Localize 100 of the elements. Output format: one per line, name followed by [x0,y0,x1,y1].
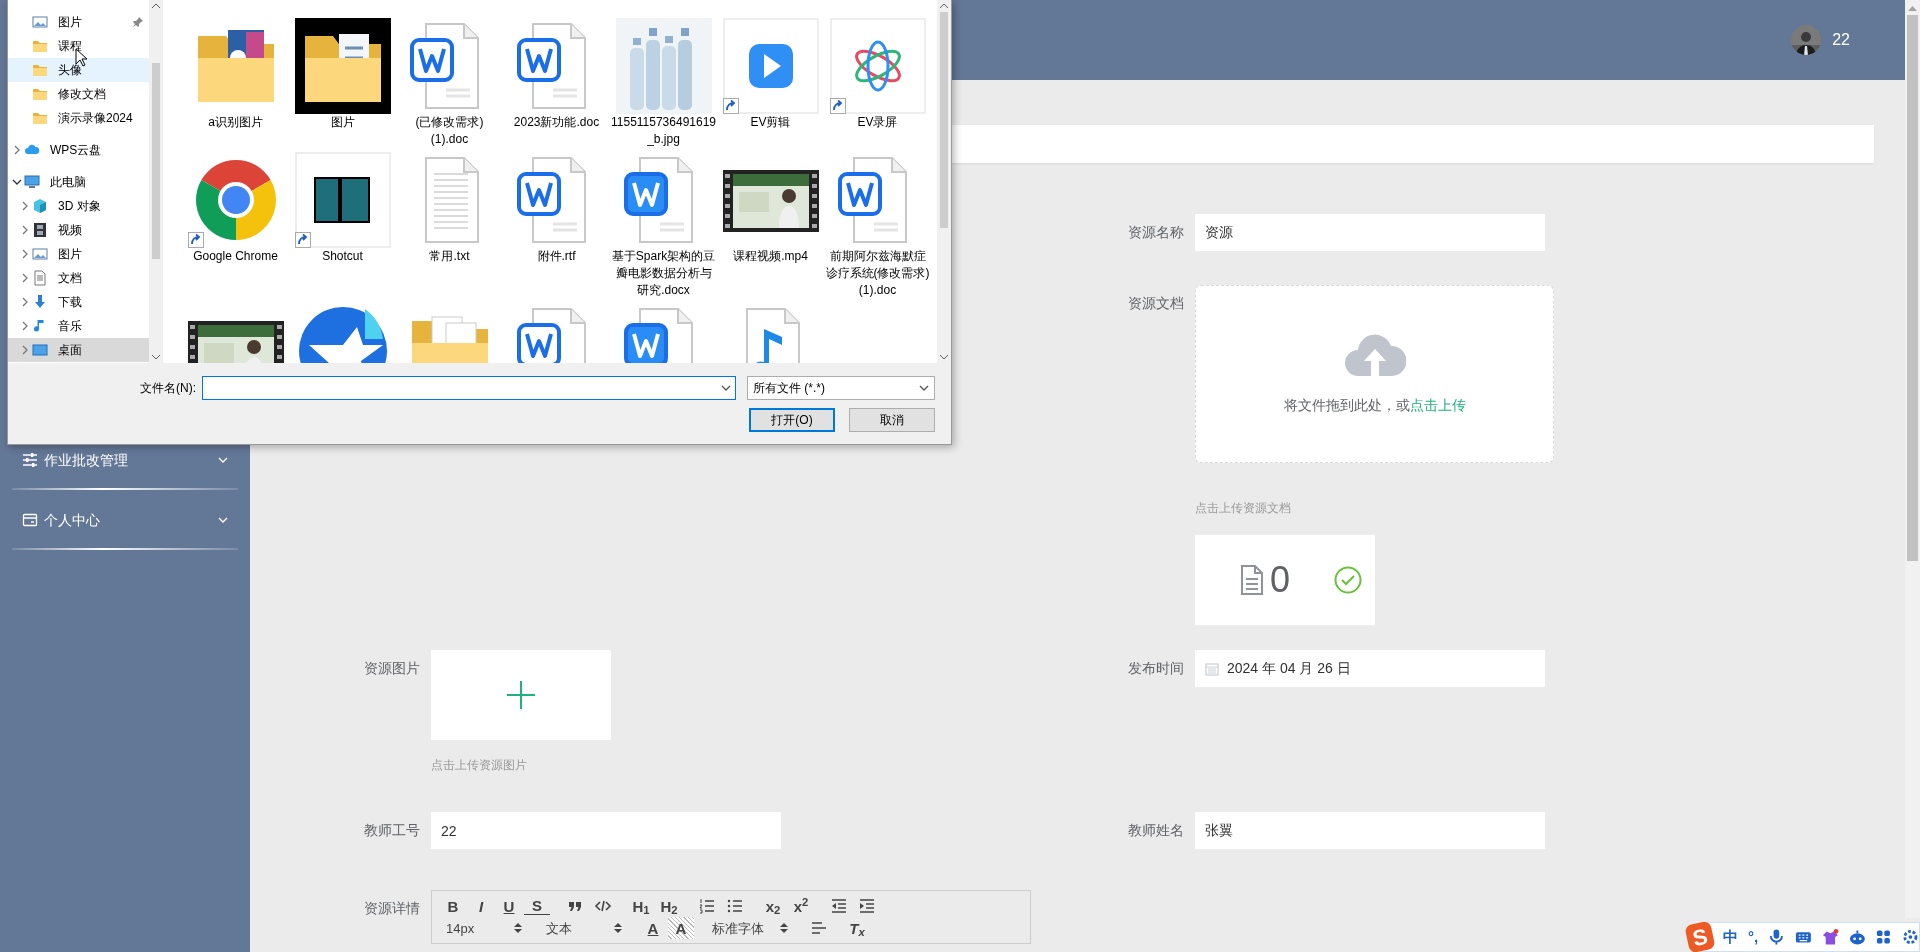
chevron-right-icon[interactable] [20,297,30,307]
dropdown[interactable]: 标准字体 [706,917,794,939]
document-icon [32,270,48,286]
chevron-right-icon[interactable] [20,201,30,211]
shirt-icon[interactable] [1821,928,1839,946]
nav-item[interactable]: 演示录像2024 [8,106,149,130]
scrollbar[interactable] [937,0,951,363]
play-app-icon[interactable] [722,18,819,114]
shortcut-icon [294,232,311,248]
dialog-button[interactable]: 打开(O) [749,408,835,432]
nav-item[interactable]: 修改文档 [8,82,149,106]
nav-item[interactable]: 下载 [8,290,149,314]
apps-icon[interactable] [1875,928,1893,946]
text-field[interactable]: 资源 [1195,214,1545,251]
user-name[interactable]: 22 [1832,28,1850,52]
folder-icon[interactable] [294,18,391,114]
chevron-right-icon[interactable] [20,273,30,283]
upload-area[interactable]: 将文件拖到此处，或点击上传 [1195,285,1554,463]
plus-icon [507,681,535,709]
scroll-up-icon[interactable] [152,3,160,8]
folder-icon [32,38,48,54]
picture-icon [32,14,48,30]
microphone-icon[interactable] [1768,928,1786,946]
chevron-right-icon[interactable] [12,145,22,155]
nav-item[interactable]: 音乐 [8,314,149,338]
file-name[interactable]: 图片 [290,114,395,131]
scroll-up-icon[interactable] [940,3,948,8]
script-button[interactable]: x$^{2}$ [788,895,814,917]
computer-icon [24,174,40,190]
header-button[interactable]: H$_{2}$ [656,895,682,917]
chevron-right-icon[interactable] [20,249,30,259]
nav-item[interactable]: WPS云盘 [8,138,149,162]
file-name[interactable]: 基于Spark架构的豆瓣电影数据分析与研究.docx [611,248,716,299]
script-button[interactable]: x$_{2}$ [760,895,786,917]
italic-button[interactable]: I [468,895,494,917]
nav-item[interactable]: 课程 [8,34,149,58]
ime-toggle[interactable]: °, [1748,925,1759,949]
folder-icon [32,86,48,102]
nav-item[interactable]: 头像 [8,58,149,82]
file-type-dropdown[interactable]: 所有文件 (*.*) [747,376,935,400]
nav-item[interactable]: 图片 [8,10,149,34]
chevron-right-icon[interactable] [20,345,30,355]
sidebar-item[interactable]: 个人中心 [0,500,250,540]
field-label: 资源名称 [1128,223,1185,242]
chevron-right-icon[interactable] [20,225,30,235]
file-count: 0 [1270,562,1291,598]
scrollbar[interactable] [149,0,163,363]
ime-toggle[interactable]: 中 [1723,925,1739,949]
field-label: 资源文档 [1128,294,1185,313]
scrollbar[interactable] [1905,0,1920,918]
folder-icon [32,110,48,126]
strike-button[interactable]: S [524,897,550,915]
color-button[interactable]: A [640,917,666,939]
nav-item[interactable]: 图片 [8,242,149,266]
file-name[interactable]: EV录屏 [825,114,930,131]
nav-item[interactable]: 3D 对象 [8,194,149,218]
panels-icon[interactable] [294,152,391,248]
file-name[interactable]: 常用.txt [397,248,502,265]
dropdown[interactable]: 14px [440,917,528,939]
dialog-button[interactable]: 取消 [849,408,935,432]
file-name[interactable]: Google Chrome [183,248,288,265]
file-name[interactable]: (已修改需求)(1).doc [397,114,502,148]
chevron-down-icon[interactable] [12,177,22,187]
text-field[interactable]: 22 [431,812,781,849]
ordered-list-icon [698,897,716,915]
cloud-upload-icon [1343,332,1406,377]
robot-icon[interactable] [1848,928,1866,946]
settings-icon[interactable] [1902,928,1919,946]
bold-button[interactable]: B [440,895,466,917]
file-name[interactable]: Shotcut [290,248,395,265]
sliders-icon [22,452,38,468]
underline-button[interactable]: U [496,895,522,917]
ring-logo-icon[interactable] [829,18,926,114]
nav-item[interactable]: 文档 [8,266,149,290]
nav-item[interactable]: 此电脑 [8,170,149,194]
file-name[interactable]: 1155115736491619_b.jpg [611,114,716,148]
shortcut-icon [187,232,204,248]
field-label: 教师姓名 [1128,821,1185,840]
sidebar-item[interactable]: 作业批改管理 [0,440,250,480]
updown-icon [614,922,622,934]
file-name[interactable]: 附件.rtf [504,248,609,265]
field-label: 发布时间 [1128,659,1185,678]
upload-prompt: 将文件拖到此处，或点击上传 [1283,396,1466,415]
clean-button[interactable]: T$_{x}$ [844,917,870,939]
file-name[interactable]: a识别图片 [183,114,288,131]
file-name[interactable]: 课程视频.mp4 [718,248,823,265]
chevron-right-icon[interactable] [20,321,30,331]
file-name-field[interactable] [202,376,736,400]
date-field[interactable]: 2024 年 04 月 26 日 [1195,650,1545,687]
file-name[interactable]: EV剪辑 [718,114,823,131]
background-button[interactable]: A [668,917,694,939]
dropdown[interactable]: 文本 [540,917,628,939]
file-name[interactable]: 前期阿尔兹海默症诊疗系统(修改需求) (1).doc [825,248,930,299]
file-name[interactable]: 2023新功能.doc [504,114,609,131]
scroll-down-icon[interactable] [940,355,948,360]
header-button[interactable]: H$_{1}$ [628,895,654,917]
nav-item[interactable]: 视频 [8,218,149,242]
scroll-down-icon[interactable] [152,355,160,360]
nav-item[interactable]: 桌面 [8,338,149,362]
text-field[interactable]: 张翼 [1195,812,1545,849]
